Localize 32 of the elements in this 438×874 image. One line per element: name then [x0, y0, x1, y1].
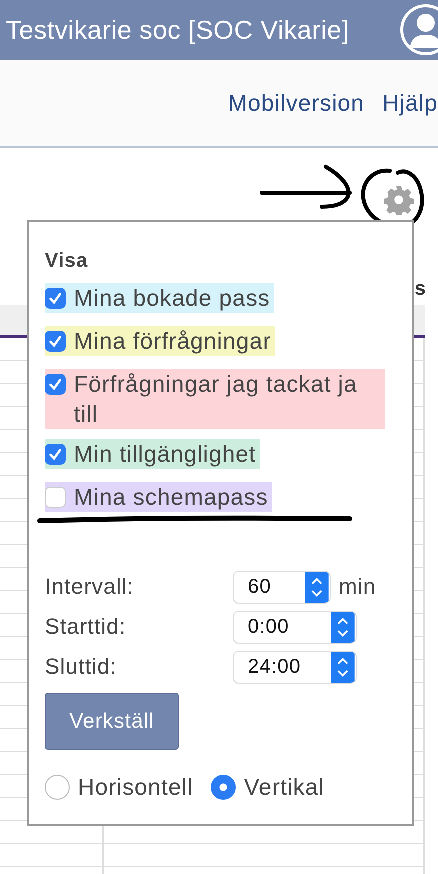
setting-label: Intervall: — [45, 574, 136, 600]
stepper-icon — [304, 572, 330, 602]
option-label: Mina bokade pass — [74, 284, 270, 313]
select-field[interactable]: 24:00 — [233, 650, 357, 684]
radio-label: Horisontell — [78, 774, 194, 801]
column-heading: s — [414, 278, 426, 300]
nav-link[interactable]: Mobilversion — [228, 90, 365, 116]
select-field[interactable]: 0:00 — [233, 610, 357, 644]
unit-label: min — [339, 574, 376, 600]
radio-button[interactable] — [211, 775, 236, 800]
radio-button[interactable] — [45, 775, 70, 800]
checkbox[interactable] — [45, 288, 66, 309]
avatar-icon[interactable] — [400, 4, 438, 56]
option-label: Mina schemapass — [74, 483, 268, 512]
user-title: Testvikarie soc [SOC Vikarie] — [6, 14, 350, 46]
checkbox[interactable] — [45, 331, 66, 352]
select-field[interactable]: 60 — [233, 570, 331, 604]
stepper-icon — [330, 612, 356, 642]
nav-link[interactable]: Hjälp — [382, 90, 438, 116]
checkbox[interactable] — [45, 374, 66, 395]
setting-label: Starttid: — [45, 614, 128, 640]
apply-button[interactable]: Verkställ — [45, 693, 179, 750]
radio-label: Vertikal — [244, 774, 324, 801]
checkbox[interactable] — [45, 444, 66, 465]
option-label: Min tillgänglighet — [74, 440, 256, 469]
option-label: Förfrågningar jag tackat ja till — [74, 370, 358, 429]
section-heading: Visa — [45, 250, 90, 273]
option-label: Mina förfrågningar — [74, 327, 272, 356]
settings-icon[interactable] — [384, 185, 414, 215]
setting-label: Sluttid: — [45, 654, 118, 680]
checkbox[interactable] — [45, 487, 66, 508]
stepper-icon — [330, 652, 356, 682]
